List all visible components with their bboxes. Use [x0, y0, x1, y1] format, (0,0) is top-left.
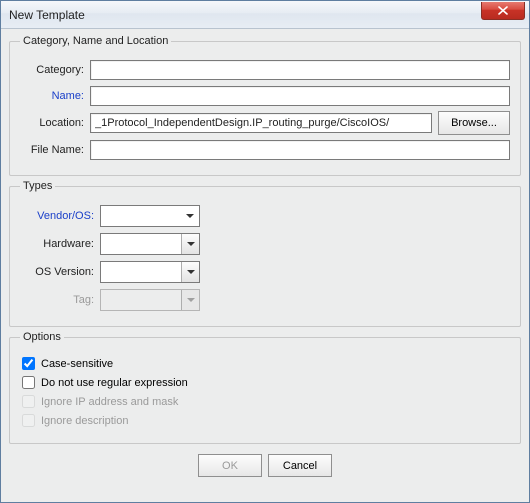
- label-hardware: Hardware:: [20, 238, 100, 250]
- vendor-os-value: [101, 206, 181, 226]
- button-bar: OK Cancel: [9, 448, 521, 479]
- location-input[interactable]: [90, 113, 432, 133]
- row-vendor-os: Vendor/OS:: [20, 204, 510, 228]
- option-no-regex[interactable]: Do not use regular expression: [20, 376, 510, 389]
- hardware-value: [101, 234, 181, 254]
- row-name: Name:: [20, 85, 510, 107]
- titlebar: New Template: [1, 1, 529, 29]
- group-legend: Types: [20, 180, 55, 192]
- tag-select: [100, 289, 200, 311]
- label-category: Category:: [20, 64, 90, 76]
- tag-value: [101, 290, 181, 310]
- window-title: New Template: [9, 8, 85, 22]
- browse-button[interactable]: Browse...: [438, 111, 510, 135]
- chevron-down-icon: [187, 270, 195, 274]
- name-input[interactable]: [90, 86, 510, 106]
- row-tag: Tag:: [20, 288, 510, 312]
- ignore-ip-checkbox: [22, 395, 35, 408]
- option-ignore-ip: Ignore IP address and mask: [20, 395, 510, 408]
- group-category-name-location: Category, Name and Location Category: Na…: [9, 35, 521, 176]
- row-os-version: OS Version:: [20, 260, 510, 284]
- chevron-down-icon: [187, 298, 195, 302]
- cancel-button[interactable]: Cancel: [268, 454, 332, 477]
- label-os-version: OS Version:: [20, 266, 100, 278]
- ignore-ip-label: Ignore IP address and mask: [41, 396, 178, 408]
- ignore-desc-label: Ignore description: [41, 415, 128, 427]
- hardware-select[interactable]: [100, 233, 200, 255]
- window-close-button[interactable]: [481, 2, 525, 20]
- category-input[interactable]: [90, 60, 510, 80]
- dropdown-button[interactable]: [181, 206, 199, 226]
- label-location: Location:: [20, 117, 90, 129]
- case-sensitive-label: Case-sensitive: [41, 358, 113, 370]
- option-case-sensitive[interactable]: Case-sensitive: [20, 357, 510, 370]
- row-hardware: Hardware:: [20, 232, 510, 256]
- chevron-down-icon: [186, 214, 194, 218]
- row-filename: File Name:: [20, 139, 510, 161]
- label-vendor-os: Vendor/OS:: [20, 210, 100, 222]
- ok-button[interactable]: OK: [198, 454, 262, 477]
- label-tag: Tag:: [20, 294, 100, 306]
- ignore-desc-checkbox: [22, 414, 35, 427]
- no-regex-checkbox[interactable]: [22, 376, 35, 389]
- group-types: Types Vendor/OS: Hardware: OS Version:: [9, 180, 521, 327]
- dialog-content: Category, Name and Location Category: Na…: [1, 29, 529, 502]
- os-version-value: [101, 262, 181, 282]
- dropdown-button: [181, 290, 199, 310]
- filename-input[interactable]: [90, 140, 510, 160]
- close-icon: [498, 6, 508, 15]
- os-version-select[interactable]: [100, 261, 200, 283]
- group-legend: Options: [20, 331, 64, 343]
- group-options: Options Case-sensitive Do not use regula…: [9, 331, 521, 444]
- no-regex-label: Do not use regular expression: [41, 377, 188, 389]
- label-filename: File Name:: [20, 144, 90, 156]
- option-ignore-desc: Ignore description: [20, 414, 510, 427]
- vendor-os-select[interactable]: [100, 205, 200, 227]
- row-location: Location: Browse...: [20, 111, 510, 135]
- dialog-window: New Template Category, Name and Location…: [0, 0, 530, 503]
- case-sensitive-checkbox[interactable]: [22, 357, 35, 370]
- dropdown-button[interactable]: [181, 234, 199, 254]
- label-name: Name:: [20, 90, 90, 102]
- group-legend: Category, Name and Location: [20, 35, 171, 47]
- chevron-down-icon: [187, 242, 195, 246]
- dropdown-button[interactable]: [181, 262, 199, 282]
- row-category: Category:: [20, 59, 510, 81]
